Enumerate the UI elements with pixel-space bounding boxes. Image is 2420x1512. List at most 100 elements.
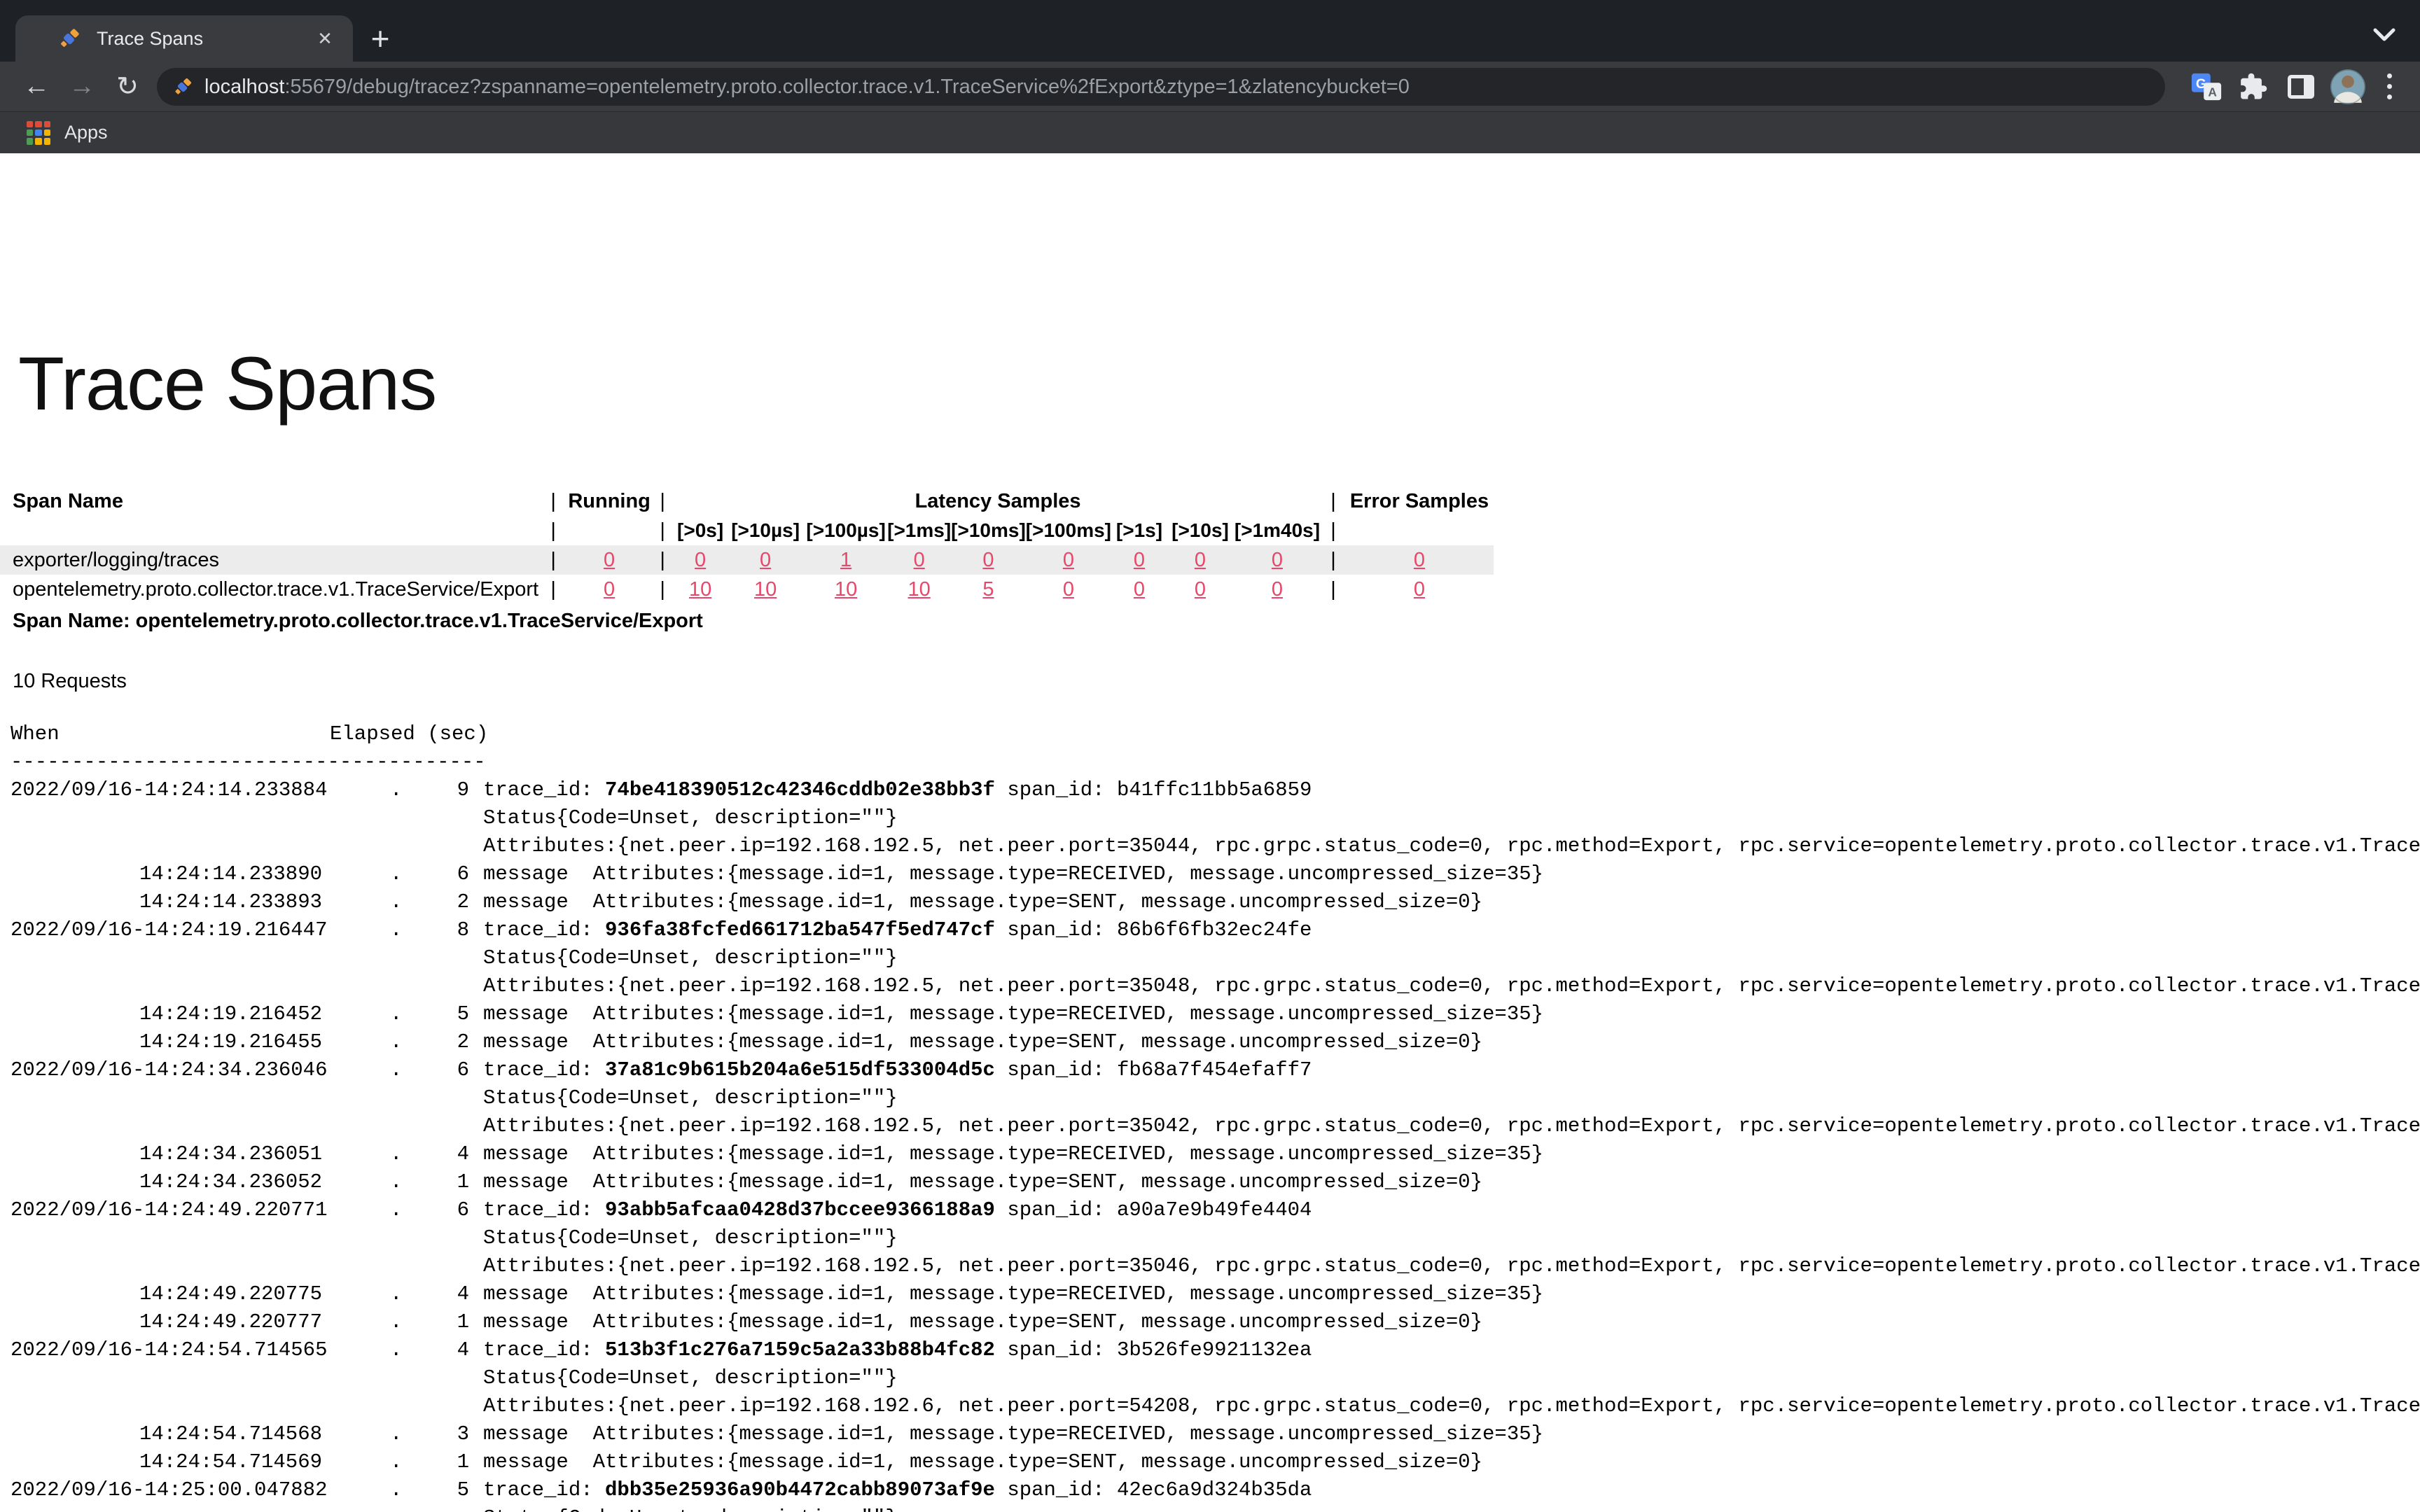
bucket-label: [>10ms] [951, 516, 1026, 545]
apps-grid-dot [44, 138, 50, 144]
latency-count-link[interactable]: 5 [982, 578, 994, 601]
span-id: a90a7e9b49fe4404 [1117, 1198, 1312, 1222]
side-panel-icon[interactable] [2281, 62, 2321, 111]
tracez-page: Trace Spans Span Name | Running | Latenc… [0, 153, 2420, 1512]
latency-count-link[interactable]: 0 [1195, 578, 1206, 601]
event-line: 14:24:19.216452.5message Attributes:{mes… [11, 1000, 2420, 1028]
status-line: Status{Code=Unset, description=""} [11, 1224, 2420, 1252]
bucket-label: [>10µs] [726, 516, 805, 545]
trace-id: 513b3f1c276a7159c5a2a33b88b4fc82 [605, 1338, 995, 1362]
event-line: 14:24:34.236052.1message Attributes:{mes… [11, 1168, 2420, 1196]
translate-icon[interactable]: G A [2187, 62, 2226, 111]
url-path: :55679/debug/tracez?zspanname=openteleme… [284, 76, 1409, 98]
back-icon[interactable]: ← [15, 62, 57, 111]
status-line: Status{Code=Unset, description=""} [11, 1364, 2420, 1392]
bookmarks-bar: Apps [0, 111, 2420, 153]
new-tab-button[interactable]: + [363, 21, 398, 56]
separator: | [651, 486, 674, 516]
latency-count-link[interactable]: 0 [1272, 549, 1283, 571]
apps-label[interactable]: Apps [64, 122, 108, 144]
bucket-label: [>1ms] [887, 516, 951, 545]
running-count-link[interactable]: 0 [604, 549, 615, 571]
separator: | [538, 486, 568, 516]
latency-count-link[interactable]: 0 [1063, 578, 1074, 601]
url-text[interactable]: localhost:55679/debug/tracez?zspanname=o… [204, 76, 1410, 99]
apps-grid-dot [35, 121, 41, 127]
latency-count-link[interactable]: 0 [695, 549, 706, 571]
browser-tab[interactable]: Trace Spans ✕ [15, 15, 353, 62]
tab-search-chevron-icon[interactable] [2368, 21, 2400, 49]
apps-grid-dot [35, 130, 41, 136]
status-line: Status{Code=Unset, description=""} [11, 1084, 2420, 1112]
separator: | [1321, 516, 1345, 545]
apps-grid-icon[interactable] [27, 121, 50, 145]
latency-count-link[interactable]: 0 [1063, 549, 1074, 571]
latency-count-link[interactable]: 10 [754, 578, 777, 601]
separator: | [538, 545, 568, 575]
extensions-puzzle-icon[interactable] [2234, 62, 2273, 111]
separator: | [538, 575, 568, 604]
col-latency-samples: Latency Samples [674, 486, 1321, 516]
reload-icon[interactable]: ↻ [106, 62, 148, 111]
latency-count-link[interactable]: 0 [1195, 549, 1206, 571]
event-line: 14:24:19.216455.2message Attributes:{mes… [11, 1028, 2420, 1056]
col-running: Running [568, 486, 651, 516]
when-header: When [11, 720, 322, 748]
latency-count-link[interactable]: 0 [760, 549, 771, 571]
status-line: Status{Code=Unset, description=""} [11, 804, 2420, 832]
running-count-link[interactable]: 0 [604, 578, 615, 601]
separator: | [538, 516, 568, 545]
status-line: Status{Code=Unset, description=""} [11, 944, 2420, 972]
tab-strip: Trace Spans ✕ + [0, 0, 2420, 62]
span-id: b41ffc11bb5a6859 [1117, 778, 1312, 802]
separator: | [1321, 575, 1345, 604]
trace-id: 74be418390512c42346cddb02e38bb3f [605, 778, 995, 802]
tab-title: Trace Spans [97, 28, 312, 50]
site-favicon-icon[interactable] [172, 76, 193, 97]
col-error-samples: Error Samples [1345, 486, 1494, 516]
profile-avatar[interactable] [2328, 62, 2368, 111]
summary-row: exporter/logging/traces | 0 | 0 0 1 0 0 … [0, 545, 1494, 575]
bucket-header-row: | | [>0s] [>10µs] [>100µs] [>1ms] [>10ms… [0, 516, 1494, 545]
trace-line: 2022/09/16-14:24:14.233884.9trace_id: 74… [11, 776, 2420, 804]
trace-line: 2022/09/16-14:24:54.714565.4trace_id: 51… [11, 1336, 2420, 1364]
bucket-label: [>1m40s] [1233, 516, 1321, 545]
latency-count-link[interactable]: 0 [1272, 578, 1283, 601]
event-line: 14:24:34.236051.4message Attributes:{mes… [11, 1140, 2420, 1168]
attributes-line: Attributes:{net.peer.ip=192.168.192.5, n… [11, 1252, 2420, 1280]
requests-count: 10 Requests [13, 670, 127, 693]
separator: | [1321, 486, 1345, 516]
elapsed-header: Elapsed (sec) [330, 720, 488, 748]
forward-icon[interactable]: → [61, 62, 103, 111]
latency-count-link[interactable]: 0 [1134, 549, 1145, 571]
event-line: 14:24:14.233890.6message Attributes:{mes… [11, 860, 2420, 888]
latency-count-link[interactable]: 0 [982, 549, 994, 571]
span-id: 86b6f6fb32ec24fe [1117, 918, 1312, 941]
col-span-name: Span Name [0, 486, 538, 516]
trace-line: 2022/09/16-14:24:19.216447.8trace_id: 93… [11, 916, 2420, 944]
error-count-link[interactable]: 0 [1414, 549, 1425, 571]
span-name-cell: exporter/logging/traces [0, 545, 538, 575]
latency-count-link[interactable]: 10 [689, 578, 711, 601]
latency-count-link[interactable]: 10 [908, 578, 931, 601]
latency-count-link[interactable]: 0 [914, 549, 925, 571]
latency-count-link[interactable]: 0 [1134, 578, 1145, 601]
trace-line: 2022/09/16-14:24:49.220771.6trace_id: 93… [11, 1196, 2420, 1224]
menu-kebab-icon[interactable] [2375, 62, 2403, 111]
separator: | [651, 545, 674, 575]
apps-grid-dot [35, 138, 41, 144]
apps-grid-dot [27, 138, 33, 144]
tab-close-icon[interactable]: ✕ [312, 26, 338, 51]
span-id: 42ec6a9d324b35da [1117, 1478, 1312, 1502]
trace-id: dbb35e25936a90b4472cabb89073af9e [605, 1478, 995, 1502]
event-line: 14:24:49.220777.1message Attributes:{mes… [11, 1308, 2420, 1336]
latency-count-link[interactable]: 10 [835, 578, 857, 601]
trace-line: 2022/09/16-14:24:34.236046.6trace_id: 37… [11, 1056, 2420, 1084]
error-count-link[interactable]: 0 [1414, 578, 1425, 601]
event-line: 14:24:54.714568.3message Attributes:{mes… [11, 1420, 2420, 1448]
url-bar[interactable]: localhost:55679/debug/tracez?zspanname=o… [157, 68, 2165, 106]
bucket-label: [>10s] [1167, 516, 1233, 545]
latency-count-link[interactable]: 1 [840, 549, 851, 571]
bucket-label: [>100ms] [1026, 516, 1111, 545]
apps-grid-dot [27, 121, 33, 127]
